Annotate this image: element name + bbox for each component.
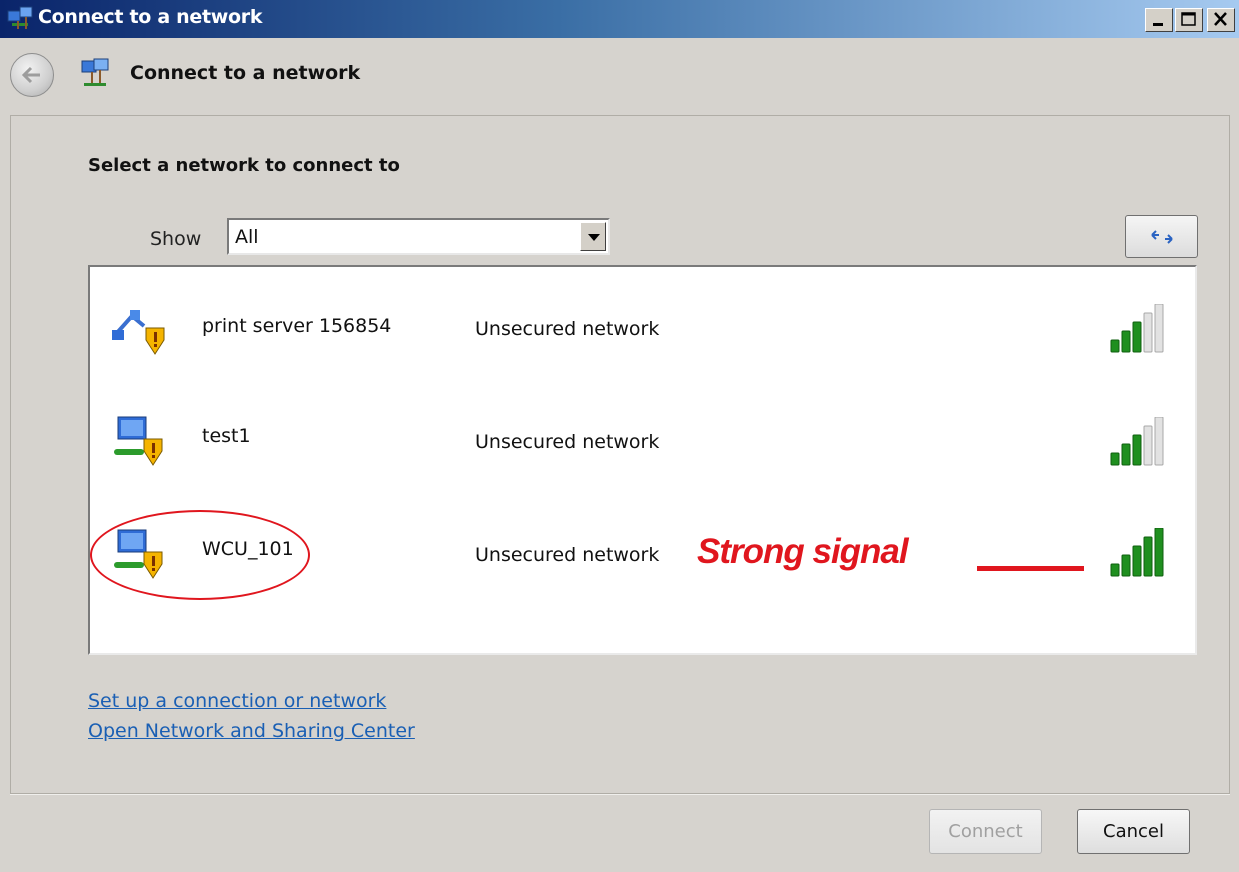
signal-strength-icon	[1110, 417, 1164, 466]
signal-bar	[1132, 545, 1142, 577]
signal-bar	[1143, 425, 1153, 466]
network-row[interactable]: test1 Unsecured network	[90, 395, 1195, 495]
annotation-label: Strong signal	[697, 532, 909, 571]
window-title: Connect to a network	[38, 6, 263, 28]
divider	[1229, 115, 1230, 795]
signal-strength-icon	[1110, 304, 1164, 353]
adhoc-network-icon	[112, 310, 165, 355]
network-icon	[7, 6, 33, 29]
network-sharing-center-link[interactable]: Open Network and Sharing Center	[88, 720, 415, 742]
close-button[interactable]	[1207, 8, 1235, 32]
network-status: Unsecured network	[475, 431, 660, 453]
signal-bar	[1132, 321, 1142, 353]
cancel-button[interactable]: Cancel	[1077, 809, 1190, 854]
network-name: test1	[202, 425, 251, 447]
signal-strength-icon	[1110, 528, 1164, 577]
wizard-header: Connect to a network	[0, 38, 1239, 116]
section-title: Select a network to connect to	[88, 155, 400, 176]
connect-button[interactable]: Connect	[929, 809, 1042, 854]
signal-bar	[1143, 536, 1153, 577]
divider	[10, 794, 1230, 795]
page-title: Connect to a network	[130, 62, 361, 84]
minimize-icon	[1153, 23, 1163, 26]
network-row[interactable]: print server 156854 Unsecured network	[90, 282, 1195, 382]
maximize-button[interactable]	[1175, 8, 1203, 32]
divider	[10, 115, 1230, 116]
signal-bar	[1110, 563, 1120, 577]
annotation-arrow-line	[977, 566, 1084, 571]
wireless-network-icon	[114, 416, 163, 466]
signal-bar	[1110, 452, 1120, 466]
signal-bar	[1110, 339, 1120, 353]
refresh-icon	[1151, 230, 1173, 244]
back-button[interactable]	[10, 53, 54, 97]
refresh-button[interactable]	[1125, 215, 1198, 258]
signal-bar	[1121, 330, 1131, 353]
network-icon	[81, 58, 109, 86]
close-icon	[1214, 12, 1227, 26]
signal-bar	[1121, 554, 1131, 577]
signal-bar	[1154, 417, 1164, 466]
window-controls	[1145, 8, 1235, 32]
title-bar: Connect to a network	[0, 0, 1239, 38]
back-arrow-icon	[21, 66, 40, 84]
maximize-icon	[1181, 12, 1196, 26]
network-name: print server 156854	[202, 315, 392, 337]
network-status: Unsecured network	[475, 544, 660, 566]
signal-bar	[1121, 443, 1131, 466]
show-filter-select[interactable]: All	[227, 218, 610, 255]
highlight-circle	[90, 510, 310, 600]
network-list[interactable]: print server 156854 Unsecured network te…	[88, 265, 1197, 655]
signal-bar	[1132, 434, 1142, 466]
network-status: Unsecured network	[475, 318, 660, 340]
minimize-button[interactable]	[1145, 8, 1173, 32]
divider	[10, 115, 11, 795]
signal-bar	[1143, 312, 1153, 353]
show-filter-value: All	[235, 226, 259, 248]
signal-bar	[1154, 528, 1164, 577]
setup-connection-link[interactable]: Set up a connection or network	[88, 690, 386, 712]
dropdown-arrow-icon[interactable]	[580, 222, 606, 251]
signal-bar	[1154, 304, 1164, 353]
show-filter-label: Show	[150, 228, 202, 250]
